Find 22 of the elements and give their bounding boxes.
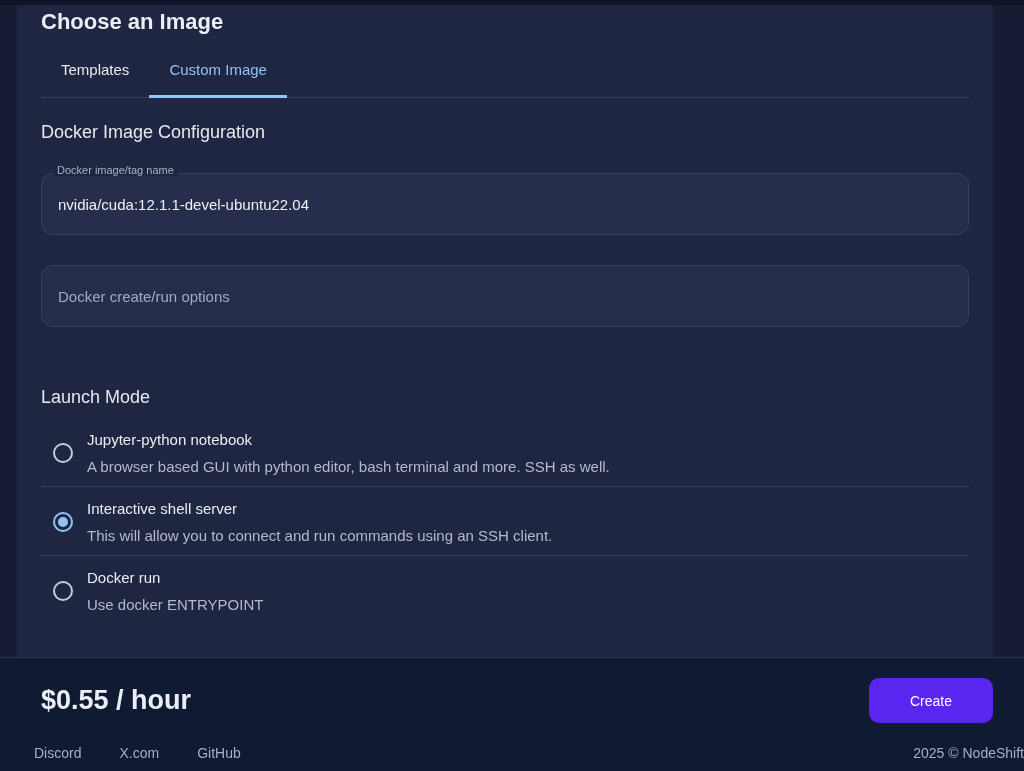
input-field[interactable]: Docker create/run options xyxy=(41,265,969,327)
page-title: Choose an Image xyxy=(41,9,225,35)
option-description: This will allow you to connect and run commands using an SSH client. xyxy=(87,527,553,544)
option-description: Use docker ENTRYPOINT xyxy=(87,596,264,613)
radio-button[interactable] xyxy=(53,443,73,463)
section-title: Launch Mode xyxy=(41,387,152,408)
create-button[interactable]: Create xyxy=(869,678,993,723)
radio-button[interactable] xyxy=(53,581,73,601)
tab[interactable]: Templates xyxy=(41,43,150,98)
option-title: Interactive shell server xyxy=(87,500,239,517)
footer-link[interactable]: X.com xyxy=(119,745,160,761)
section-title: Docker Image Configuration xyxy=(41,122,267,143)
copyright-text: 2025 © NodeShift xyxy=(913,745,1024,761)
radio-button[interactable] xyxy=(53,512,73,532)
price-text: $0.55 / hour xyxy=(41,685,192,716)
tab[interactable]: Custom Image xyxy=(149,43,287,98)
option-description: A browser based GUI with python editor, bash terminal and more. SSH as well. xyxy=(87,458,610,475)
option-title: Docker run xyxy=(87,569,162,586)
field-label: Docker image/tag name xyxy=(53,164,178,176)
footer-link[interactable]: GitHub xyxy=(197,745,241,761)
option-title: Jupyter-python notebook xyxy=(87,431,254,448)
footer-link[interactable]: Discord xyxy=(34,745,82,761)
